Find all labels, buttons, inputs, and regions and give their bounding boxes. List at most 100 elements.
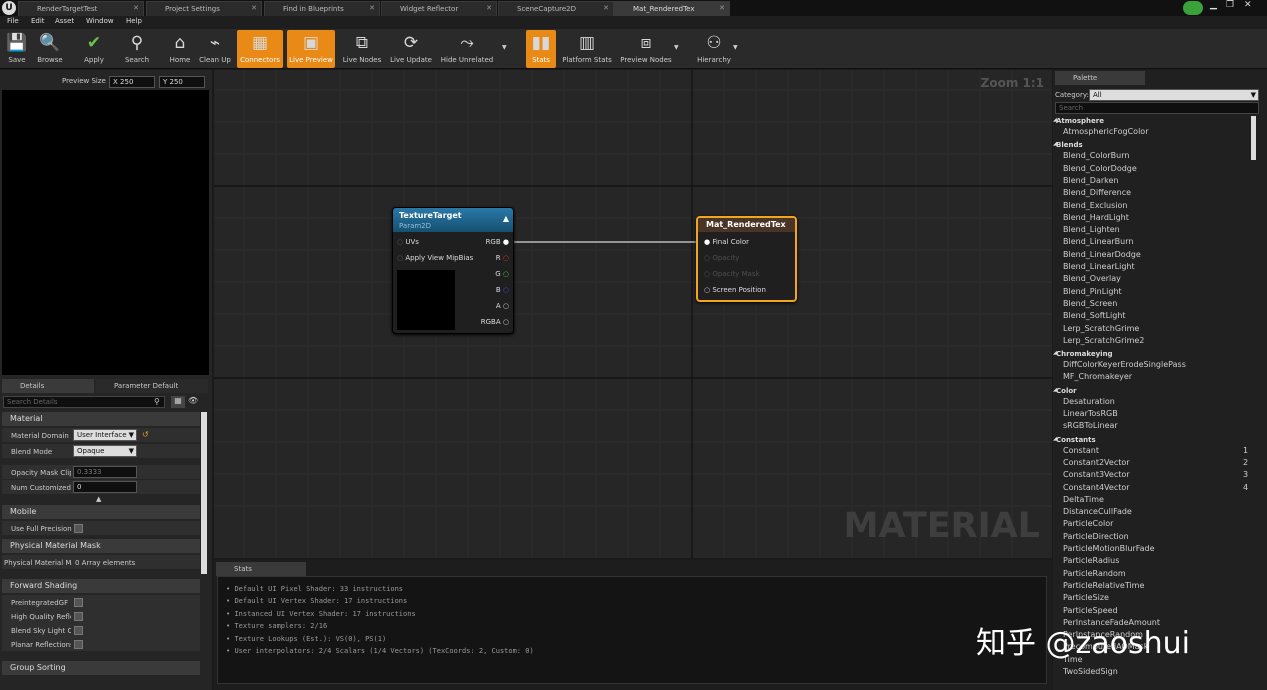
eye-icon[interactable]: 👁 [188, 396, 198, 405]
texture-target-node[interactable]: TextureTarget Param2D ▲ ○ UVs ○ Apply Vi… [392, 207, 514, 334]
palette-item[interactable]: sRGBToLinear [1063, 421, 1118, 430]
section-group-sorting[interactable]: Group Sorting [2, 661, 200, 675]
close-icon[interactable]: ✕ [603, 4, 609, 12]
palette-item[interactable]: TwoSidedSign [1063, 667, 1118, 676]
apply-button[interactable]: ✔ Apply [78, 30, 110, 68]
details-search-input[interactable]: Search Details [3, 396, 165, 408]
palette-item[interactable]: Lerp_ScratchGrime2 [1063, 336, 1144, 345]
palette-item[interactable]: ParticleSize [1063, 593, 1109, 602]
menu-window[interactable]: Window [86, 17, 114, 25]
rgba-output-pin[interactable]: RGBA ○ [481, 318, 509, 326]
r-output-pin[interactable]: R ○ [496, 254, 509, 262]
palette-item[interactable]: Blend_Darken [1063, 176, 1118, 185]
a-output-pin[interactable]: A ○ [496, 302, 509, 310]
close-window-icon[interactable]: ✕ [1244, 0, 1252, 10]
use-full-precision-checkbox[interactable] [74, 524, 83, 533]
tab-mat-renderedtex[interactable]: Mat_RenderedTex ✕ [614, 1, 730, 16]
preview-size-y-input[interactable]: Y 250 [159, 76, 205, 88]
unreal-logo-icon[interactable]: U [2, 1, 16, 15]
hierarchy-button[interactable]: ⚇ Hierarchy [694, 30, 734, 68]
search-button[interactable]: ⚲ Search [120, 30, 154, 68]
palette-item[interactable]: AtmosphericFogColor [1063, 127, 1148, 136]
palette-item[interactable]: Blend_Exclusion [1063, 201, 1127, 210]
palette-item[interactable]: Blend_HardLight [1063, 213, 1129, 222]
palette-item[interactable]: DistanceCullFade [1063, 507, 1132, 516]
palette-item[interactable]: Constant4Vector [1063, 483, 1130, 492]
tab-parameter-defaults[interactable]: Parameter Default [96, 379, 208, 393]
palette-category[interactable]: Atmosphere [1056, 117, 1104, 125]
g-output-pin[interactable]: G ○ [495, 270, 509, 278]
palette-item[interactable]: Blend_ColorDodge [1063, 164, 1137, 173]
hq-reflections-checkbox[interactable] [74, 612, 83, 621]
palette-item[interactable]: Blend_Difference [1063, 188, 1131, 197]
tab-details[interactable]: Details [2, 379, 94, 393]
minimize-icon[interactable]: ▁ [1210, 0, 1217, 10]
hide-unrelated-button[interactable]: ⤳ Hide Unrelated [438, 30, 496, 68]
material-result-node[interactable]: Mat_RenderedTex ● Final Color ○ Opacity … [696, 216, 797, 302]
palette-category[interactable]: Chromakeying [1056, 350, 1113, 358]
palette-search-input[interactable]: Search [1055, 102, 1259, 114]
cleanup-button[interactable]: ⌁ Clean Up [198, 30, 232, 68]
num-custom-uv-input[interactable]: 0 [73, 481, 137, 493]
expand-arrow-icon[interactable]: ◢ [1053, 387, 1057, 393]
final-color-input-pin[interactable]: ● Final Color [704, 238, 749, 246]
opacity-mask-clip-input[interactable]: 0.3333 [73, 466, 137, 478]
palette-item[interactable]: ParticleDirection [1063, 532, 1129, 541]
expand-arrow-icon[interactable]: ◢ [1053, 436, 1057, 442]
stats-button[interactable]: ▮▮ Stats [526, 30, 556, 68]
close-icon[interactable]: ✕ [133, 4, 139, 12]
palette-item[interactable]: Blend_LinearLight [1063, 262, 1135, 271]
material-graph-canvas[interactable]: Zoom 1:1 MATERIAL TextureTarget Param2D … [214, 70, 1052, 558]
connectors-button[interactable]: ▦ Connectors [237, 30, 283, 68]
palette-item[interactable]: Desaturation [1063, 397, 1115, 406]
tab-scenecapture2d[interactable]: SceneCapture2D ✕ [498, 1, 614, 16]
menu-asset[interactable]: Asset [55, 17, 74, 25]
material-preview-viewport[interactable] [2, 90, 209, 375]
preview-nodes-dropdown-icon[interactable]: ▼ [674, 44, 679, 51]
save-button[interactable]: 💾 Save [2, 30, 32, 68]
tab-rendertargettest[interactable]: RenderTargetTest ✕ [18, 1, 144, 16]
palette-scrollbar[interactable] [1251, 116, 1256, 160]
palette-category[interactable]: Blends [1056, 141, 1083, 149]
palette-item[interactable]: ParticleRandom [1063, 569, 1126, 578]
close-icon[interactable]: ✕ [251, 4, 257, 12]
close-icon[interactable]: ✕ [486, 4, 492, 12]
category-select[interactable]: All ▼ [1089, 89, 1259, 101]
section-physical-material-mask[interactable]: Physical Material Mask [2, 539, 200, 553]
tab-stats[interactable]: Stats [216, 562, 306, 576]
palette-item[interactable]: ParticleRelativeTime [1063, 581, 1144, 590]
mipbias-input-pin[interactable]: ○ Apply View MipBias [397, 254, 473, 262]
b-output-pin[interactable]: B ○ [496, 286, 509, 294]
material-domain-select[interactable]: User Interface ▼ [73, 429, 137, 441]
menu-edit[interactable]: Edit [31, 17, 45, 25]
expand-arrow-icon[interactable]: ◢ [1053, 141, 1057, 147]
palette-item[interactable]: Blend_Lighten [1063, 225, 1120, 234]
home-button[interactable]: ⌂ Home [166, 30, 194, 68]
preview-size-x-input[interactable]: X 250 [109, 76, 155, 88]
close-icon[interactable]: ✕ [719, 4, 725, 12]
palette-item[interactable]: Blend_ColorBurn [1063, 151, 1129, 160]
tab-palette[interactable]: Palette [1055, 71, 1145, 85]
palette-item[interactable]: Constant3Vector [1063, 470, 1130, 479]
palette-item[interactable]: Blend_LinearBurn [1063, 237, 1133, 246]
section-mobile[interactable]: Mobile [2, 505, 200, 519]
rgb-output-pin[interactable]: RGB ● [486, 238, 509, 246]
section-forward-shading[interactable]: Forward Shading [2, 579, 200, 593]
palette-item[interactable]: Blend_Screen [1063, 299, 1117, 308]
section-material[interactable]: Material [2, 412, 200, 426]
preintegrated-checkbox[interactable] [74, 598, 83, 607]
palette-item[interactable]: Constant [1063, 446, 1099, 455]
palette-item[interactable]: Blend_SoftLight [1063, 311, 1126, 320]
palette-item[interactable]: Blend_LinearDodge [1063, 250, 1141, 259]
uvs-input-pin[interactable]: ○ UVs [397, 238, 419, 246]
palette-item[interactable]: ParticleColor [1063, 519, 1113, 528]
browse-button[interactable]: 🔍 Browse [34, 30, 66, 68]
blend-mode-select[interactable]: Opaque ▼ [73, 445, 137, 457]
palette-item[interactable]: Lerp_ScratchGrime [1063, 324, 1139, 333]
grid-view-icon[interactable]: ▦ [171, 396, 185, 408]
palette-item[interactable]: DeltaTime [1063, 495, 1104, 504]
expand-arrow-icon[interactable]: ◢ [1053, 350, 1057, 356]
menu-help[interactable]: Help [126, 17, 142, 25]
expand-advanced-icon[interactable]: ▲ [96, 495, 101, 503]
palette-item[interactable]: ParticleRadius [1063, 556, 1119, 565]
